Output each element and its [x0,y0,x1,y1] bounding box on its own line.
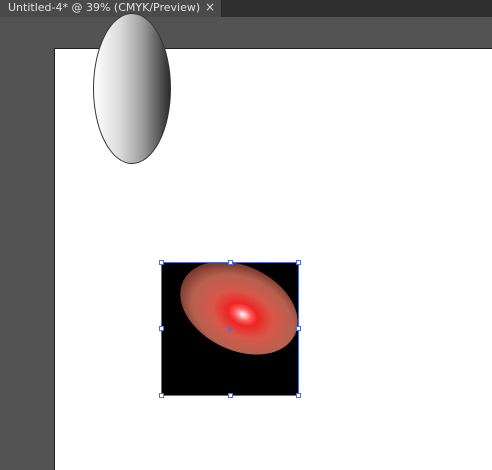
gradient-ellipse[interactable] [93,13,171,164]
illustrator-window: Untitled-4* @ 39% (CMYK/Preview) × [0,0,492,470]
resize-handle-top-right[interactable] [296,260,301,265]
resize-handle-bottom-left[interactable] [159,393,164,398]
canvas-area[interactable] [0,17,492,470]
resize-handle-middle-left[interactable] [159,326,164,331]
resize-handle-top-left[interactable] [159,260,164,265]
document-tab-title: Untitled-4* @ 39% (CMYK/Preview) [8,1,201,14]
resize-handle-top-center[interactable] [228,260,233,265]
radial-glow [164,262,299,373]
document-tab[interactable]: Untitled-4* @ 39% (CMYK/Preview) × [0,0,222,17]
resize-handle-bottom-center[interactable] [228,393,233,398]
resize-handle-middle-right[interactable] [296,326,301,331]
document-tab-bar: Untitled-4* @ 39% (CMYK/Preview) × [0,0,492,17]
selection-center-point [228,327,232,331]
resize-handle-bottom-right[interactable] [296,393,301,398]
close-icon[interactable]: × [204,0,216,15]
